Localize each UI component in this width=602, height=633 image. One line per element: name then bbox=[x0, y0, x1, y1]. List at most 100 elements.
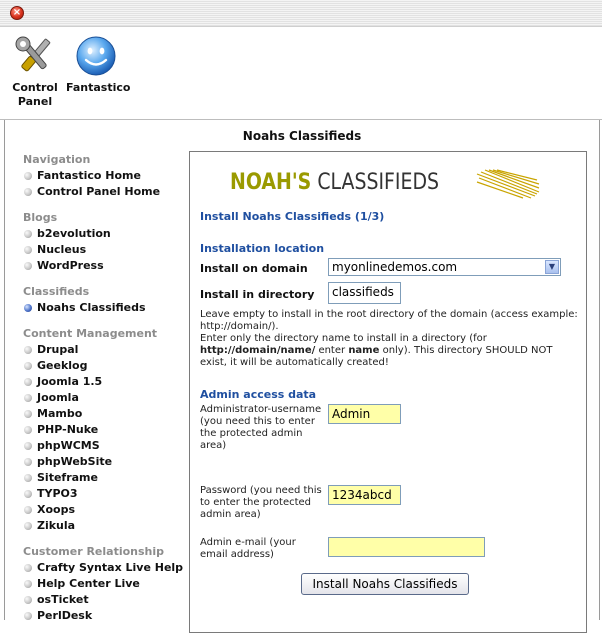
sidebar-item-zikula[interactable]: Zikula bbox=[23, 518, 188, 534]
control-panel-button[interactable]: Control Panel bbox=[10, 35, 60, 109]
domain-select-value: myonlinedemos.com bbox=[332, 260, 458, 274]
bullet-icon bbox=[24, 230, 32, 238]
sidebar-item-label: PerlDesk bbox=[37, 609, 93, 622]
bullet-icon bbox=[24, 490, 32, 498]
sidebar-item-fantastico-home[interactable]: Fantastico Home bbox=[23, 168, 188, 184]
help-bold-name: name bbox=[348, 345, 380, 356]
sidebar-item-phpwebsite[interactable]: phpWebSite bbox=[23, 454, 188, 470]
directory-help-text: Leave empty to install in the root direc… bbox=[200, 309, 578, 369]
domain-label: Install on domain bbox=[200, 262, 308, 275]
sidebar-group-classifieds: Classifieds Noahs Classifieds bbox=[23, 284, 188, 316]
sidebar-item-geeklog[interactable]: Geeklog bbox=[23, 358, 188, 374]
sidebar-item-php-nuke[interactable]: PHP-Nuke bbox=[23, 422, 188, 438]
bullet-icon bbox=[24, 426, 32, 434]
sidebar-heading: Customer Relationship bbox=[23, 545, 165, 558]
sidebar-item-nucleus[interactable]: Nucleus bbox=[23, 242, 188, 258]
fantastico-button[interactable]: Fantastico bbox=[66, 35, 130, 95]
sidebar-item-crafty-syntax[interactable]: Crafty Syntax Live Help bbox=[23, 560, 188, 576]
sidebar-item-label: Control Panel Home bbox=[37, 185, 161, 198]
admin-username-input[interactable]: Admin bbox=[328, 404, 401, 424]
noahs-classifieds-logo: NOAH'S CLASSIFIEDS bbox=[230, 170, 439, 200]
directory-label: Install in directory bbox=[200, 288, 315, 301]
admin-username-label: Administrator-username (you need this to… bbox=[200, 404, 322, 451]
bullet-icon bbox=[24, 410, 32, 418]
sidebar-item-label: Joomla bbox=[37, 391, 79, 404]
toolbar: Control Panel Fantastico bbox=[0, 27, 602, 120]
control-panel-label-2: Panel bbox=[17, 95, 53, 108]
sidebar-heading: Content Management bbox=[23, 327, 158, 340]
window-titlebar: × bbox=[0, 0, 602, 27]
sidebar-item-osticket[interactable]: osTicket bbox=[23, 592, 188, 608]
sidebar-item-label: Help Center Live bbox=[37, 577, 140, 590]
bullet-icon bbox=[24, 378, 32, 386]
sidebar-item-label: Noahs Classifieds bbox=[37, 301, 146, 314]
sidebar-item-label: WordPress bbox=[37, 259, 104, 272]
email-label: Admin e-mail (your email address) bbox=[200, 537, 296, 560]
bullet-icon bbox=[24, 522, 32, 530]
sidebar-item-label: Nucleus bbox=[37, 243, 87, 256]
sidebar-item-b2evolution[interactable]: b2evolution bbox=[23, 226, 188, 242]
bullet-icon bbox=[24, 394, 32, 402]
sidebar-item-joomla[interactable]: Joomla bbox=[23, 390, 188, 406]
sidebar-item-label: Mambo bbox=[37, 407, 83, 420]
sidebar-group-content-management: Content Management Drupal Geeklog Joomla… bbox=[23, 326, 188, 534]
bullet-icon bbox=[24, 262, 32, 270]
sidebar-item-label: Joomla 1.5 bbox=[37, 375, 103, 388]
sidebar-item-label: phpWCMS bbox=[37, 439, 100, 452]
sidebar-item-control-panel-home[interactable]: Control Panel Home bbox=[23, 184, 188, 200]
sidebar-item-wordpress[interactable]: WordPress bbox=[23, 258, 188, 274]
tools-icon bbox=[15, 36, 51, 72]
sidebar-item-label: TYPO3 bbox=[37, 487, 78, 500]
bullet-icon bbox=[24, 362, 32, 370]
bullet-icon bbox=[24, 246, 32, 254]
help-bold-url: http://domain/name/ bbox=[200, 345, 316, 356]
sidebar-item-mambo[interactable]: Mambo bbox=[23, 406, 188, 422]
password-input[interactable]: 1234abcd bbox=[328, 485, 401, 505]
sidebar-item-help-center-live[interactable]: Help Center Live bbox=[23, 576, 188, 592]
sidebar-item-label: phpWebSite bbox=[37, 455, 113, 468]
password-value: 1234abcd bbox=[332, 488, 392, 502]
page-title: Noahs Classifieds bbox=[242, 129, 362, 143]
sidebar-item-noahs-classifieds[interactable]: Noahs Classifieds bbox=[23, 300, 188, 316]
sidebar-item-label: Zikula bbox=[37, 519, 76, 532]
domain-select[interactable]: myonlinedemos.com ▼ bbox=[328, 258, 561, 276]
install-panel: NOAH'S CLASSIFIEDS Install Noahs Classif… bbox=[189, 151, 587, 633]
sidebar-item-typo3[interactable]: TYPO3 bbox=[23, 486, 188, 502]
help-line-2: Enter only the directory name to install… bbox=[200, 333, 487, 344]
logo-stripes-icon bbox=[476, 169, 540, 199]
bullet-icon bbox=[24, 580, 32, 588]
sidebar-heading: Blogs bbox=[23, 211, 58, 224]
help-line-1: Leave empty to install in the root direc… bbox=[200, 309, 578, 332]
step-title: Install Noahs Classifieds (1/3) bbox=[200, 210, 385, 223]
bullet-icon bbox=[24, 564, 32, 572]
sidebar-item-label: Drupal bbox=[37, 343, 79, 356]
bullet-icon bbox=[24, 612, 32, 620]
sidebar-item-label: b2evolution bbox=[37, 227, 111, 240]
sidebar-group-blogs: Blogs b2evolution Nucleus WordPress bbox=[23, 210, 188, 274]
sidebar-item-label: Geeklog bbox=[37, 359, 88, 372]
sidebar-item-label: osTicket bbox=[37, 593, 89, 606]
sidebar-heading: Classifieds bbox=[23, 285, 90, 298]
bullet-icon bbox=[24, 506, 32, 514]
bullet-icon bbox=[24, 188, 32, 196]
bullet-icon bbox=[24, 442, 32, 450]
sidebar-item-phpwcms[interactable]: phpWCMS bbox=[23, 438, 188, 454]
bullet-icon bbox=[24, 596, 32, 604]
directory-input-value: classifieds bbox=[332, 285, 394, 299]
sidebar-item-perldesk[interactable]: PerlDesk bbox=[23, 608, 188, 624]
sidebar-group-navigation: Navigation Fantastico Home Control Panel… bbox=[23, 152, 188, 200]
sidebar-item-xoops[interactable]: Xoops bbox=[23, 502, 188, 518]
close-icon[interactable]: × bbox=[10, 6, 24, 20]
sidebar-item-label: PHP-Nuke bbox=[37, 423, 99, 436]
sidebar-item-label: Siteframe bbox=[37, 471, 98, 484]
bullet-active-icon bbox=[24, 304, 32, 312]
bullet-icon bbox=[24, 458, 32, 466]
email-input[interactable] bbox=[328, 537, 485, 557]
section-installation-location: Installation location bbox=[200, 242, 325, 255]
directory-input[interactable]: classifieds bbox=[328, 282, 401, 304]
sidebar-item-drupal[interactable]: Drupal bbox=[23, 342, 188, 358]
install-button[interactable]: Install Noahs Classifieds bbox=[301, 573, 469, 595]
sidebar-item-joomla-1-5[interactable]: Joomla 1.5 bbox=[23, 374, 188, 390]
chevron-down-icon[interactable]: ▼ bbox=[545, 260, 559, 274]
sidebar-item-siteframe[interactable]: Siteframe bbox=[23, 470, 188, 486]
